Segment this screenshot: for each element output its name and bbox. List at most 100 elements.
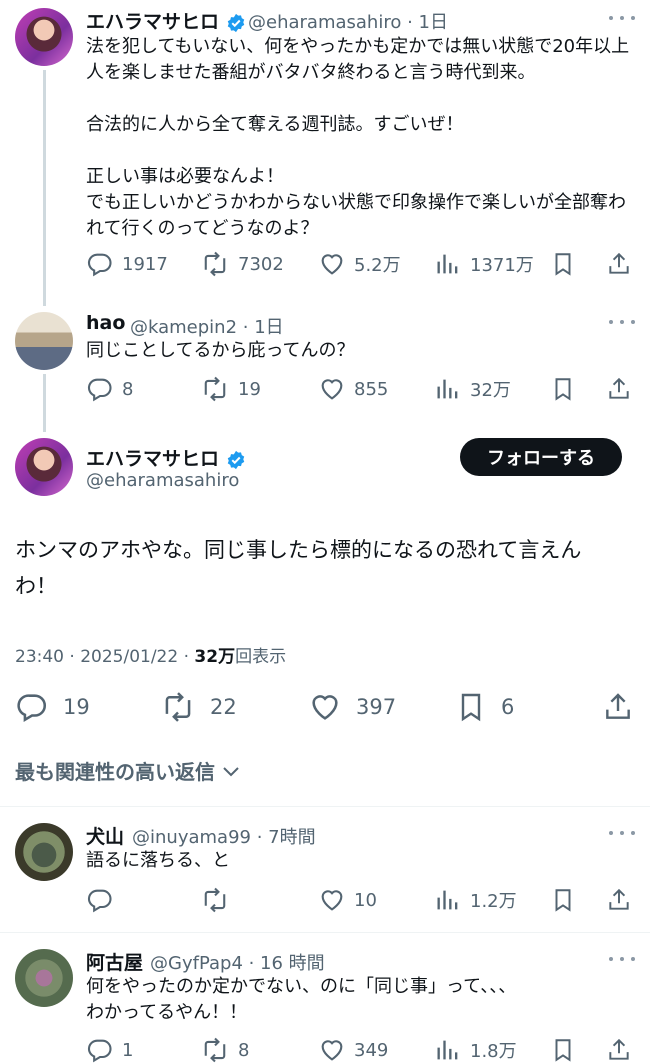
views-button[interactable]: 32万 — [434, 375, 511, 403]
repost-count: 8 — [238, 1039, 250, 1061]
avatar[interactable] — [15, 823, 73, 881]
heart-icon — [321, 1040, 343, 1061]
repost-count: 7302 — [238, 253, 284, 275]
post-meta: 23:40 · 2025/01/22 · 32万回表示 — [15, 642, 286, 667]
reply-count: 8 — [122, 378, 134, 400]
follow-button[interactable]: フォローする — [460, 438, 622, 476]
bookmark-icon[interactable] — [550, 375, 576, 403]
like-button[interactable]: 5.2万 — [318, 250, 401, 278]
thread-line — [43, 374, 46, 432]
analytics-icon — [437, 379, 458, 399]
repost-icon — [204, 251, 226, 277]
avatar[interactable] — [15, 8, 73, 66]
heart-icon — [321, 890, 343, 911]
main-post-text: ホンマのアホやな。同じ事したら標的になるの恐れて言えんわ！ — [15, 538, 582, 598]
reply-icon — [87, 889, 112, 913]
repost-button[interactable]: 19 — [200, 375, 261, 403]
share-icon[interactable] — [606, 1036, 632, 1064]
reply-count: 1917 — [122, 253, 168, 275]
views-button[interactable]: 1.8万 — [434, 1036, 517, 1064]
like-button[interactable]: 10 — [318, 886, 377, 914]
like-count: 5.2万 — [354, 255, 401, 276]
heart-icon — [312, 695, 338, 720]
author-handle[interactable]: @eharamasahiro — [86, 470, 239, 491]
more-options-icon[interactable] — [608, 318, 636, 326]
analytics-icon — [437, 890, 458, 910]
reply-button[interactable]: 8 — [86, 375, 133, 403]
post-text: 法を犯してもいない、何をやったかも定かでは無い状態で20年以上人を楽しませた番組… — [86, 36, 630, 239]
share-icon[interactable] — [602, 690, 634, 724]
share-icon[interactable] — [606, 250, 632, 278]
author-handle[interactable]: @inuyama99 · 7時間 — [132, 823, 316, 849]
view-count: 1.2万 — [470, 891, 517, 912]
avatar[interactable] — [15, 312, 73, 370]
reply-icon — [87, 253, 112, 277]
timestamp[interactable]: 23:40 · 2025/01/22 · — [15, 647, 194, 667]
author-handle[interactable]: @eharamasahiro · 1日 — [248, 8, 448, 34]
bookmark-count: 6 — [501, 695, 515, 719]
like-count: 397 — [356, 695, 397, 719]
divider — [0, 806, 650, 807]
heart-icon — [321, 254, 343, 275]
view-count: 1.8万 — [470, 1041, 517, 1062]
views-button[interactable]: 1.2万 — [434, 886, 517, 914]
avatar[interactable] — [15, 949, 73, 1007]
avatar[interactable] — [15, 438, 73, 496]
views-label: 回表示 — [235, 647, 287, 667]
verified-badge-icon — [227, 13, 244, 32]
reply-button[interactable] — [86, 886, 114, 914]
chevron-down-icon — [223, 766, 239, 776]
repost-icon — [204, 887, 226, 913]
post-text: 語るに落ちる、と — [86, 850, 230, 871]
author-name[interactable]: エハラマサヒロ — [86, 444, 246, 471]
view-count: 32万 — [194, 647, 236, 667]
reply-sort-dropdown[interactable]: 最も関連性の高い返信 — [15, 756, 243, 785]
reply-count: 1 — [122, 1039, 134, 1061]
reply-icon — [17, 694, 47, 723]
like-count: 10 — [354, 889, 377, 911]
author-name[interactable]: エハラマサヒロ — [86, 7, 246, 34]
thread-line — [43, 70, 46, 306]
author-name[interactable]: hao — [86, 312, 125, 334]
more-options-icon[interactable] — [608, 829, 636, 837]
bookmark-icon[interactable] — [550, 1036, 576, 1064]
reply-button[interactable]: 19 — [15, 690, 90, 724]
author-name-text: エハラマサヒロ — [86, 11, 220, 33]
verified-badge-icon — [227, 450, 244, 469]
post-text: 同じことしてるから庇ってんの？ — [86, 340, 355, 361]
author-handle[interactable]: @kamepin2 · 1日 — [130, 313, 284, 339]
reply-button[interactable]: 1 — [86, 1036, 133, 1064]
author-handle[interactable]: @GyfPap4 · 16 時間 — [150, 949, 325, 975]
author-name[interactable]: 犬山 — [86, 822, 124, 849]
repost-icon — [204, 1037, 226, 1063]
like-button[interactable]: 349 — [318, 1036, 388, 1064]
author-name[interactable]: 阿古屋 — [86, 948, 143, 975]
like-count: 349 — [354, 1039, 389, 1061]
view-count: 32万 — [470, 380, 511, 401]
repost-icon — [204, 376, 226, 402]
more-options-icon[interactable] — [608, 14, 636, 22]
views-button[interactable]: 1371万 — [434, 250, 534, 278]
more-options-icon[interactable] — [608, 955, 636, 963]
reply-button[interactable]: 1917 — [86, 250, 168, 278]
reply-count: 19 — [63, 695, 90, 719]
repost-button[interactable]: 8 — [200, 1036, 249, 1064]
analytics-icon — [437, 254, 458, 274]
repost-count: 22 — [210, 695, 237, 719]
share-icon[interactable] — [606, 375, 632, 403]
divider — [0, 932, 650, 933]
repost-button[interactable]: 22 — [160, 690, 237, 724]
reply-icon — [87, 1039, 112, 1063]
bookmark-icon[interactable] — [550, 886, 576, 914]
like-button[interactable]: 855 — [318, 375, 388, 403]
heart-icon — [321, 379, 343, 400]
like-button[interactable]: 397 — [308, 690, 396, 724]
bookmark-icon[interactable] — [550, 250, 576, 278]
bookmark-icon — [461, 693, 481, 722]
author-name-text: エハラマサヒロ — [86, 448, 220, 470]
like-count: 855 — [354, 378, 389, 400]
repost-button[interactable]: 7302 — [200, 250, 284, 278]
bookmark-button[interactable]: 6 — [455, 690, 514, 724]
repost-button[interactable] — [200, 886, 230, 914]
share-icon[interactable] — [606, 886, 632, 914]
